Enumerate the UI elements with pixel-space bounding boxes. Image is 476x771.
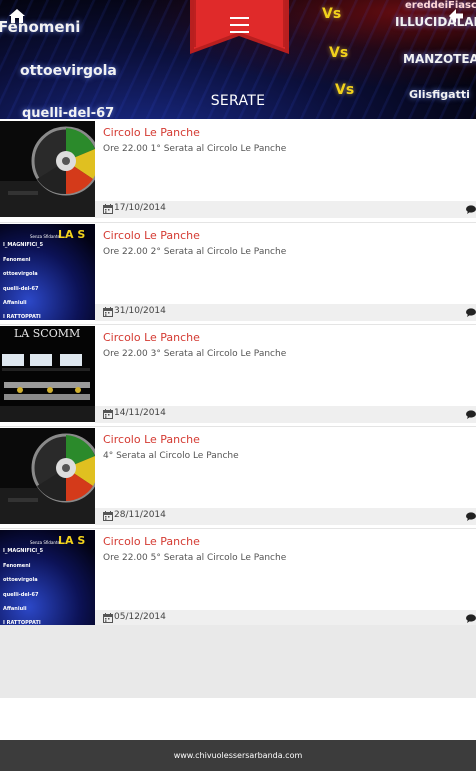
thumb-stage-text: LA SCOMM <box>14 327 80 340</box>
event-thumbnail: LA S Senza Sfidante I_MAGNIFICI_5 Fenome… <box>0 530 95 626</box>
event-thumbnail: LA SCOMM <box>0 326 95 422</box>
event-date: 17/10/2014 <box>114 203 166 213</box>
thumb-subtitle-text: Senza Sfidante <box>30 540 61 545</box>
event-thumbnail: LA S Senza Sfidante I_MAGNIFICI_5 Fenome… <box>0 224 95 320</box>
thumb-team-text: I RATTOPPATI <box>3 314 41 320</box>
event-description: Ore 22.00 1° Serata al Circolo Le Panche <box>103 144 287 154</box>
event-date: 05/12/2014 <box>114 612 166 622</box>
comment-icon[interactable] <box>466 308 476 317</box>
calendar-icon <box>103 307 113 317</box>
footer-url-link[interactable]: www.chivuolessersarbanda.com <box>0 740 476 760</box>
thumb-team-text: I_MAGNIFICI_5 <box>3 242 44 248</box>
event-description: Ore 22.00 2° Serata al Circolo Le Panche <box>103 247 287 257</box>
list-item[interactable]: Circolo Le Panche 4° Serata al Circolo L… <box>0 426 476 528</box>
empty-content-area <box>0 625 476 698</box>
thumb-team-text: quelli-del-67 <box>3 592 39 598</box>
event-title[interactable]: Circolo Le Panche <box>103 126 200 139</box>
event-date: 31/10/2014 <box>114 306 166 316</box>
bg-vs-word: Vs <box>329 45 349 61</box>
event-thumbnail <box>0 121 95 217</box>
comment-icon[interactable] <box>466 410 476 419</box>
comment-icon[interactable] <box>466 614 476 623</box>
comment-icon[interactable] <box>466 205 476 214</box>
event-title[interactable]: Circolo Le Panche <box>103 331 200 344</box>
calendar-icon <box>103 511 113 521</box>
event-description: 4° Serata al Circolo Le Panche <box>103 451 239 461</box>
thumb-title-text: LA S <box>58 534 85 547</box>
thumb-subtitle-text: Senza Sfidante <box>30 234 61 239</box>
event-date-bar: 14/11/2014 <box>95 406 476 423</box>
list-item[interactable]: LA SCOMM Circolo Le Panche Ore 22.00 3° … <box>0 324 476 426</box>
site-footer: www.chivuolessersarbanda.com <box>0 740 476 771</box>
page-title: SERATE <box>210 93 266 109</box>
event-thumbnail <box>0 428 95 524</box>
hamburger-menu-icon[interactable] <box>230 17 249 33</box>
thumb-team-text: ottoevirgola <box>3 577 38 583</box>
calendar-icon <box>103 409 113 419</box>
list-item[interactable]: Circolo Le Panche Ore 22.00 1° Serata al… <box>0 120 476 222</box>
list-item[interactable]: LA S Senza Sfidante I_MAGNIFICI_5 Fenome… <box>0 528 476 630</box>
menu-ribbon[interactable] <box>188 0 291 56</box>
thumb-title-text: LA S <box>58 228 85 241</box>
bg-vs-word: Vs <box>322 6 342 22</box>
list-item[interactable]: LA S Senza Sfidante I_MAGNIFICI_5 Fenome… <box>0 222 476 324</box>
event-date: 28/11/2014 <box>114 510 166 520</box>
event-title[interactable]: Circolo Le Panche <box>103 433 200 446</box>
thumb-team-text: ottoevirgola <box>3 271 38 277</box>
event-date: 14/11/2014 <box>114 408 166 418</box>
event-date-bar: 17/10/2014 <box>95 201 476 218</box>
thumb-team-text: I_MAGNIFICI_5 <box>3 548 44 554</box>
thumb-team-text: Fenomeni <box>3 563 31 569</box>
header-banner: Fenomeni ottoevirgola quelli-del-67 ered… <box>0 0 476 119</box>
thumb-team-text: quelli-del-67 <box>3 286 39 292</box>
event-date-bar: 28/11/2014 <box>95 508 476 525</box>
thumb-team-text: Fenomeni <box>3 257 31 263</box>
thumb-team-text: Affaniuli <box>3 606 27 612</box>
bg-team-word: ottoevirgola <box>20 63 117 79</box>
bg-team-word: MANZOTEAM <box>403 52 476 66</box>
event-list: Circolo Le Panche Ore 22.00 1° Serata al… <box>0 120 476 630</box>
event-title[interactable]: Circolo Le Panche <box>103 535 200 548</box>
home-icon[interactable] <box>8 8 30 30</box>
arrow-left-icon[interactable] <box>448 8 470 30</box>
calendar-icon <box>103 204 113 214</box>
event-title[interactable]: Circolo Le Panche <box>103 229 200 242</box>
calendar-icon <box>103 613 113 623</box>
comment-icon[interactable] <box>466 512 476 521</box>
thumb-team-text: Affaniuli <box>3 300 27 306</box>
event-date-bar: 31/10/2014 <box>95 304 476 321</box>
event-description: Ore 22.00 5° Serata al Circolo Le Panche <box>103 553 287 563</box>
event-description: Ore 22.00 3° Serata al Circolo Le Panche <box>103 349 287 359</box>
